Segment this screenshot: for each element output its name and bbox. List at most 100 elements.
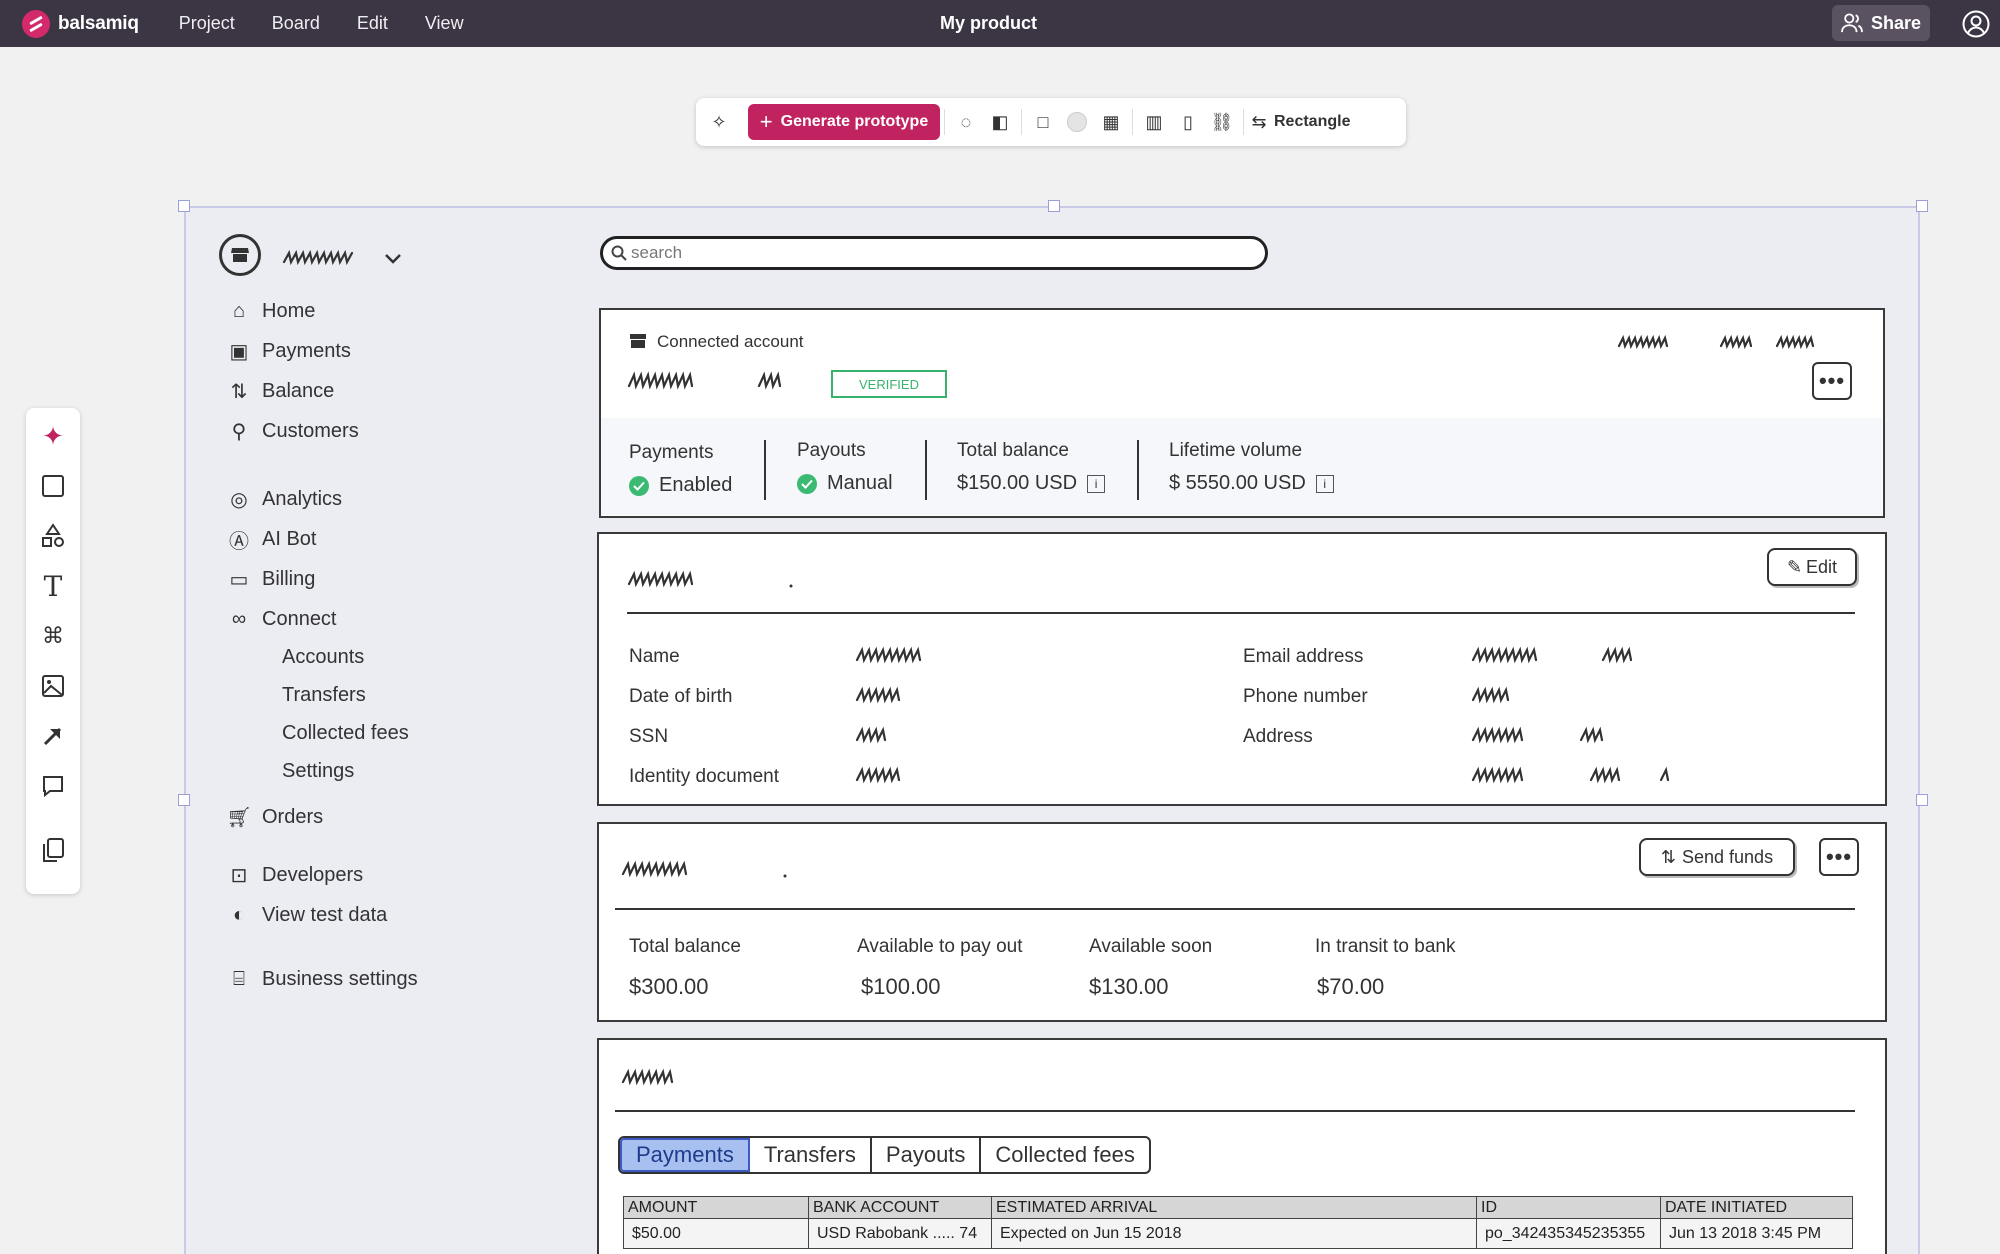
nav-ai-bot-label: AI Bot <box>262 528 317 550</box>
connected-account-card: Connected account VERIFIED ••• Payments … <box>599 308 1885 518</box>
divider <box>627 612 1855 614</box>
divider <box>615 1110 1855 1112</box>
menu-project[interactable]: Project <box>179 13 235 34</box>
info-icon[interactable]: i <box>1315 474 1334 493</box>
swap-icon[interactable]: ⇆ <box>1248 104 1270 140</box>
col-id[interactable]: ID <box>1476 1196 1661 1219</box>
nav-analytics-label: Analytics <box>262 488 343 510</box>
more-options-button[interactable]: ••• <box>1812 362 1852 400</box>
nav-transfers[interactable]: Transfers <box>282 684 366 707</box>
transfer-arrows-icon: ⇅ <box>1660 846 1676 867</box>
tab-payouts[interactable]: Payouts <box>872 1138 982 1172</box>
nav-connect-label: Connect <box>262 608 337 630</box>
col-estimated-arrival[interactable]: ESTIMATED ARRIVAL <box>991 1196 1477 1219</box>
info-icon[interactable]: i <box>1087 474 1106 493</box>
arrow-tool-icon[interactable] <box>39 722 67 750</box>
balance-card: ⇅ Send funds ••• Total balance $300.00 Av… <box>597 822 1887 1022</box>
nav-developers[interactable]: ⊡ Developers <box>228 864 364 887</box>
table-row[interactable]: $50.00 USD Rabobank ..... 74 Expected on… <box>623 1218 1853 1249</box>
shapes-tool-icon[interactable] <box>39 522 67 550</box>
account-id-placeholder <box>1617 334 1815 350</box>
insert-toolbar: ✦ T ⌘ <box>26 408 80 894</box>
nav-orders[interactable]: 🛒︎ Orders <box>226 806 323 829</box>
resize-handle[interactable] <box>1048 200 1060 212</box>
nav-billing[interactable]: ▭ Billing <box>228 568 316 591</box>
col-date-initiated[interactable]: DATE INITIATED <box>1660 1196 1853 1219</box>
rectangle-tool-icon[interactable] <box>39 472 67 500</box>
payments-icon: ▣ <box>229 341 249 363</box>
text-tool-icon[interactable]: T <box>39 570 67 603</box>
main-menu: Project Board Edit View <box>179 13 501 34</box>
comment-tool-icon[interactable] <box>39 772 67 800</box>
nav-payments[interactable]: ▣ Payments <box>228 340 351 363</box>
nav-analytics[interactable]: ◎ Analytics <box>228 488 342 511</box>
stat-total-balance-value: $150.00 USD i <box>957 472 1106 495</box>
tab-collected-fees[interactable]: Collected fees <box>981 1138 1148 1172</box>
opacity-icon[interactable]: ▦ <box>1094 104 1128 140</box>
nav-balance-label: Balance <box>262 380 335 402</box>
nav-settings[interactable]: Settings <box>282 760 354 783</box>
ai-bot-icon: Ⓐ <box>229 531 249 553</box>
payments-status: Enabled <box>659 474 733 496</box>
nav-connect[interactable]: ∞ Connect <box>228 608 337 631</box>
balance-total-label: Total balance <box>629 936 741 957</box>
resize-handle[interactable] <box>178 794 190 806</box>
nav-business-settings[interactable]: ⌸ Business settings <box>228 968 418 991</box>
send-funds-button[interactable]: ⇅ Send funds <box>1639 838 1795 876</box>
nav-ai-bot[interactable]: Ⓐ AI Bot <box>228 528 317 553</box>
menu-board[interactable]: Board <box>272 13 320 34</box>
nav-customers[interactable]: ⚲ Customers <box>228 420 359 443</box>
nav-developers-label: Developers <box>262 864 364 886</box>
menu-edit[interactable]: Edit <box>357 13 388 34</box>
mobile-icon[interactable]: ▯ <box>1171 104 1205 140</box>
edit-button[interactable]: ✎ Edit <box>1767 548 1857 586</box>
generate-prototype-button[interactable]: + Generate prototype <box>748 104 940 140</box>
fill-color-icon[interactable] <box>1060 104 1094 140</box>
image-tool-icon[interactable] <box>39 672 67 700</box>
tab-payments[interactable]: Payments <box>620 1138 750 1172</box>
col-bank-account[interactable]: BANK ACCOUNT <box>808 1196 992 1219</box>
field-dob-label: Date of birth <box>629 686 733 707</box>
nav-payments-label: Payments <box>262 340 351 362</box>
share-button[interactable]: Share <box>1832 5 1930 41</box>
store-icon: ⌸ <box>233 968 245 990</box>
nav-collected-fees[interactable]: Collected fees <box>282 722 409 745</box>
divider <box>615 908 1855 910</box>
more-options-button[interactable]: ••• <box>1819 838 1859 876</box>
ai-sparkle-icon[interactable]: ✦ <box>39 421 67 451</box>
nav-balance[interactable]: ⇅ Balance <box>228 380 335 403</box>
plus-icon: + <box>759 109 773 134</box>
search-input[interactable]: search <box>600 236 1268 270</box>
total-balance-amount: $150.00 USD <box>957 472 1078 494</box>
cell-estimated-arrival: Expected on Jun 15 2018 <box>991 1218 1477 1249</box>
col-amount[interactable]: AMOUNT <box>623 1196 809 1219</box>
columns-icon[interactable]: ▥ <box>1137 104 1171 140</box>
ai-sparkle-icon[interactable]: ✧ <box>702 104 736 140</box>
toolbar-divider <box>1243 109 1244 135</box>
resize-handle[interactable] <box>1916 200 1928 212</box>
crosshair-icon[interactable]: ◌ <box>949 104 983 140</box>
shape-type-selector[interactable]: Rectangle <box>1274 113 1350 131</box>
resize-handle[interactable] <box>178 200 190 212</box>
tab-transfers[interactable]: Transfers <box>750 1138 872 1172</box>
components-tool-icon[interactable]: ⌘ <box>39 622 67 650</box>
divider <box>925 440 927 500</box>
border-icon[interactable]: □ <box>1026 104 1060 140</box>
pages-tool-icon[interactable] <box>39 836 67 864</box>
mockup-canvas[interactable]: search ⌂ Home ▣ Payments ⇅ Balance ⚲ Custome… <box>178 200 1928 1254</box>
account-icon[interactable] <box>1962 10 1990 38</box>
stat-lifetime-volume-value: $ 5550.00 USD i <box>1169 472 1334 495</box>
brand-name-placeholder <box>282 249 401 266</box>
nav-view-test-data[interactable]: ◐ View test data <box>228 904 387 927</box>
document-title[interactable]: My product <box>940 13 1037 34</box>
app-logo[interactable]: balsamiq <box>22 9 139 38</box>
resize-handle[interactable] <box>1916 794 1928 806</box>
toolbar-divider <box>944 109 945 135</box>
nav-accounts[interactable]: Accounts <box>282 646 364 669</box>
card-stats <box>601 418 1882 515</box>
nav-home[interactable]: ⌂ Home <box>228 300 315 323</box>
card-header <box>601 310 1882 418</box>
link-icon[interactable]: ⛓ <box>1205 104 1239 140</box>
layer-order-icon[interactable]: ◧ <box>983 104 1017 140</box>
menu-view[interactable]: View <box>425 13 464 34</box>
